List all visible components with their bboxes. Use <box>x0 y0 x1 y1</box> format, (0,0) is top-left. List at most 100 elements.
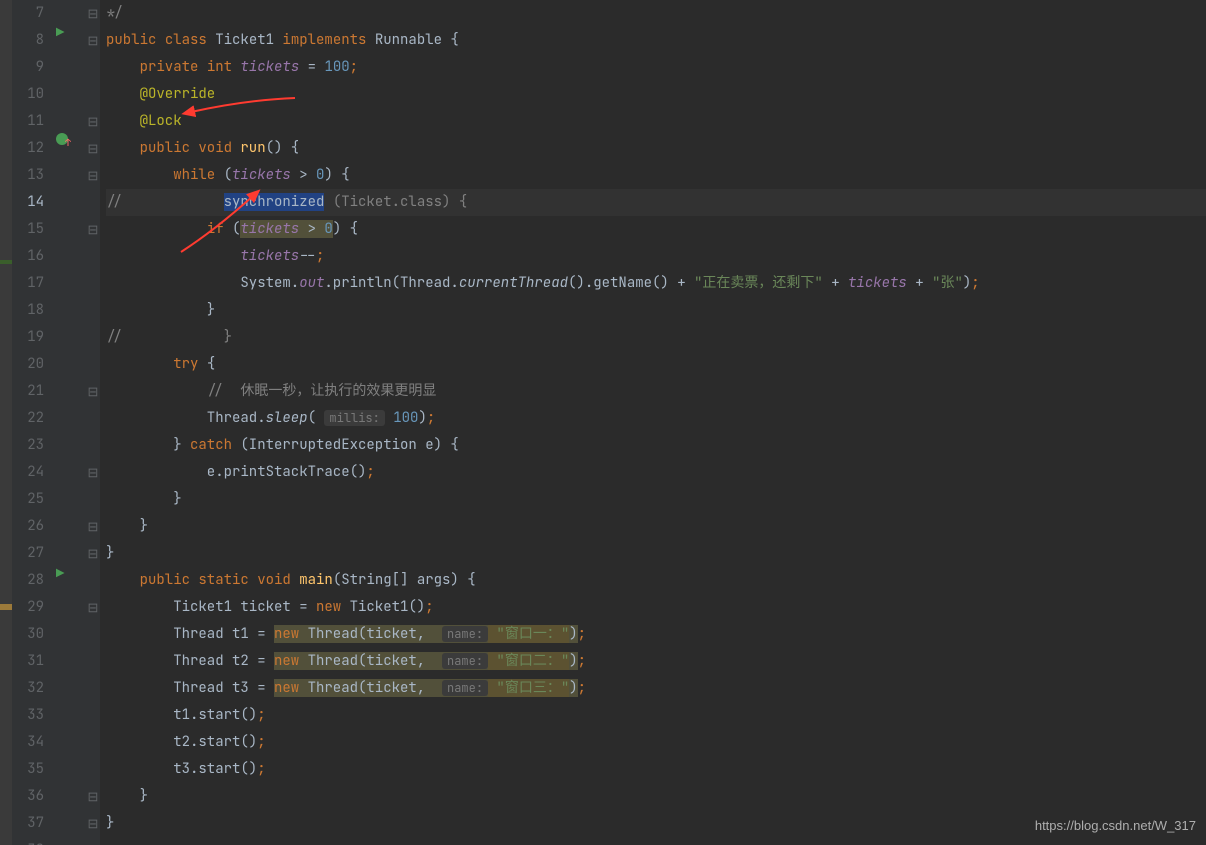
paren-close: ) <box>569 652 577 670</box>
line-number[interactable]: 37 <box>12 810 44 837</box>
line-number[interactable]: 28 <box>12 567 44 594</box>
line-number[interactable]: 20 <box>12 351 44 378</box>
line-number[interactable]: 9 <box>12 54 44 81</box>
commented-code: (Ticket.class) { <box>324 193 467 211</box>
paren: ( <box>224 166 232 184</box>
iface-name: Runnable { <box>375 31 459 49</box>
fold-toggle <box>86 729 100 756</box>
line-number[interactable]: 32 <box>12 675 44 702</box>
line-number[interactable]: 22 <box>12 405 44 432</box>
indent <box>106 247 240 265</box>
line-number[interactable]: 38 <box>12 837 44 845</box>
line-number[interactable]: 14 <box>12 189 44 216</box>
override-gutter-icon[interactable] <box>56 128 72 144</box>
line-number[interactable]: 19 <box>12 324 44 351</box>
comment-end: */ <box>106 4 123 22</box>
fold-toggle <box>86 648 100 675</box>
kw-while: while <box>106 166 224 184</box>
kw-void: void <box>257 571 299 589</box>
line-number[interactable]: 17 <box>12 270 44 297</box>
fold-toggle[interactable]: ⊟ <box>86 0 100 27</box>
run-gutter-icon[interactable]: ▶ <box>56 20 72 36</box>
field-tickets: tickets <box>240 247 299 265</box>
run-gutter-icon[interactable]: ▶ <box>56 561 72 577</box>
kw-new: new <box>316 598 350 616</box>
line-number[interactable]: 12 <box>12 135 44 162</box>
fold-toggle[interactable]: ⊟ <box>86 594 100 621</box>
line-number[interactable]: 33 <box>12 702 44 729</box>
line-number[interactable]: 25 <box>12 486 44 513</box>
line-number[interactable]: 29 <box>12 594 44 621</box>
fold-toggle[interactable]: ⊟ <box>86 108 100 135</box>
fold-toggle[interactable]: ⊟ <box>86 27 100 54</box>
line-number[interactable]: 35 <box>12 756 44 783</box>
kw-implements: implements <box>282 31 374 49</box>
line-number[interactable]: 18 <box>12 297 44 324</box>
brace-open: ) { <box>324 166 349 184</box>
fold-toggle <box>86 324 100 351</box>
fold-toggle[interactable]: ⊟ <box>86 540 100 567</box>
paren-close: ) <box>963 274 971 292</box>
string-selling: "正在卖票，还剩下" <box>694 274 823 292</box>
line-number[interactable]: 34 <box>12 729 44 756</box>
decl: Thread t3 = <box>106 679 274 697</box>
kw-new: new <box>274 679 308 697</box>
op-plus: + <box>915 274 932 292</box>
field-tickets: tickets <box>848 274 915 292</box>
fold-toggle[interactable]: ⊟ <box>86 378 100 405</box>
fold-toggle[interactable]: ⊟ <box>86 810 100 837</box>
fold-toggle[interactable]: ⊟ <box>86 216 100 243</box>
line-number[interactable]: 30 <box>12 621 44 648</box>
brace-close: } <box>106 301 215 319</box>
decl: Ticket1 ticket = <box>106 598 316 616</box>
fold-toggle[interactable]: ⊟ <box>86 162 100 189</box>
code-area[interactable]: */ public class Ticket1 implements Runna… <box>100 0 1206 845</box>
println: .println(Thread. <box>324 274 458 292</box>
fold-toggle[interactable]: ⊟ <box>86 135 100 162</box>
fn-run: run <box>240 139 265 157</box>
string-win3: "窗口三：" <box>488 679 569 697</box>
kw-new: new <box>274 652 308 670</box>
fold-toggle[interactable]: ⊟ <box>86 459 100 486</box>
ctor: Thread(ticket, <box>308 625 442 643</box>
fold-toggle <box>86 54 100 81</box>
line-number[interactable]: 10 <box>12 81 44 108</box>
stripe-mark[interactable] <box>0 260 12 264</box>
line-number[interactable]: 13 <box>12 162 44 189</box>
fold-toggle <box>86 702 100 729</box>
fold-toggle[interactable]: ⊟ <box>86 513 100 540</box>
semi: ; <box>257 706 265 724</box>
brace-open: () { <box>266 139 300 157</box>
fold-toggle <box>86 837 100 845</box>
line-number[interactable]: 27 <box>12 540 44 567</box>
line-number[interactable]: 15 <box>12 216 44 243</box>
line-number[interactable]: 23 <box>12 432 44 459</box>
kw-new: new <box>274 625 308 643</box>
error-stripe[interactable] <box>0 0 12 845</box>
kw-try: try <box>106 355 207 373</box>
line-number[interactable]: 11 <box>12 108 44 135</box>
fold-toggle[interactable]: ⊟ <box>86 783 100 810</box>
line-number[interactable]: 16 <box>12 243 44 270</box>
commented: // <box>106 328 224 346</box>
watermark: https://blog.csdn.net/W_317 <box>1035 812 1196 839</box>
stripe-mark-warn[interactable] <box>0 604 12 610</box>
kw-public: public <box>106 139 198 157</box>
field-out: out <box>299 274 324 292</box>
line-number[interactable]: 8 <box>12 27 44 54</box>
line-number[interactable]: 24 <box>12 459 44 486</box>
paren: ( <box>308 409 325 427</box>
num-100: 100 <box>385 409 419 427</box>
fold-toggle <box>86 81 100 108</box>
annotation-override: @Override <box>106 85 215 103</box>
kw-private: private <box>106 58 207 76</box>
kw-if: if <box>106 220 232 238</box>
line-number[interactable]: 21 <box>12 378 44 405</box>
getname: ().getName() + <box>568 274 694 292</box>
commented: } <box>224 328 232 346</box>
semi: ; <box>257 760 265 778</box>
line-number[interactable]: 26 <box>12 513 44 540</box>
line-number[interactable]: 7 <box>12 0 44 27</box>
line-number[interactable]: 36 <box>12 783 44 810</box>
line-number[interactable]: 31 <box>12 648 44 675</box>
